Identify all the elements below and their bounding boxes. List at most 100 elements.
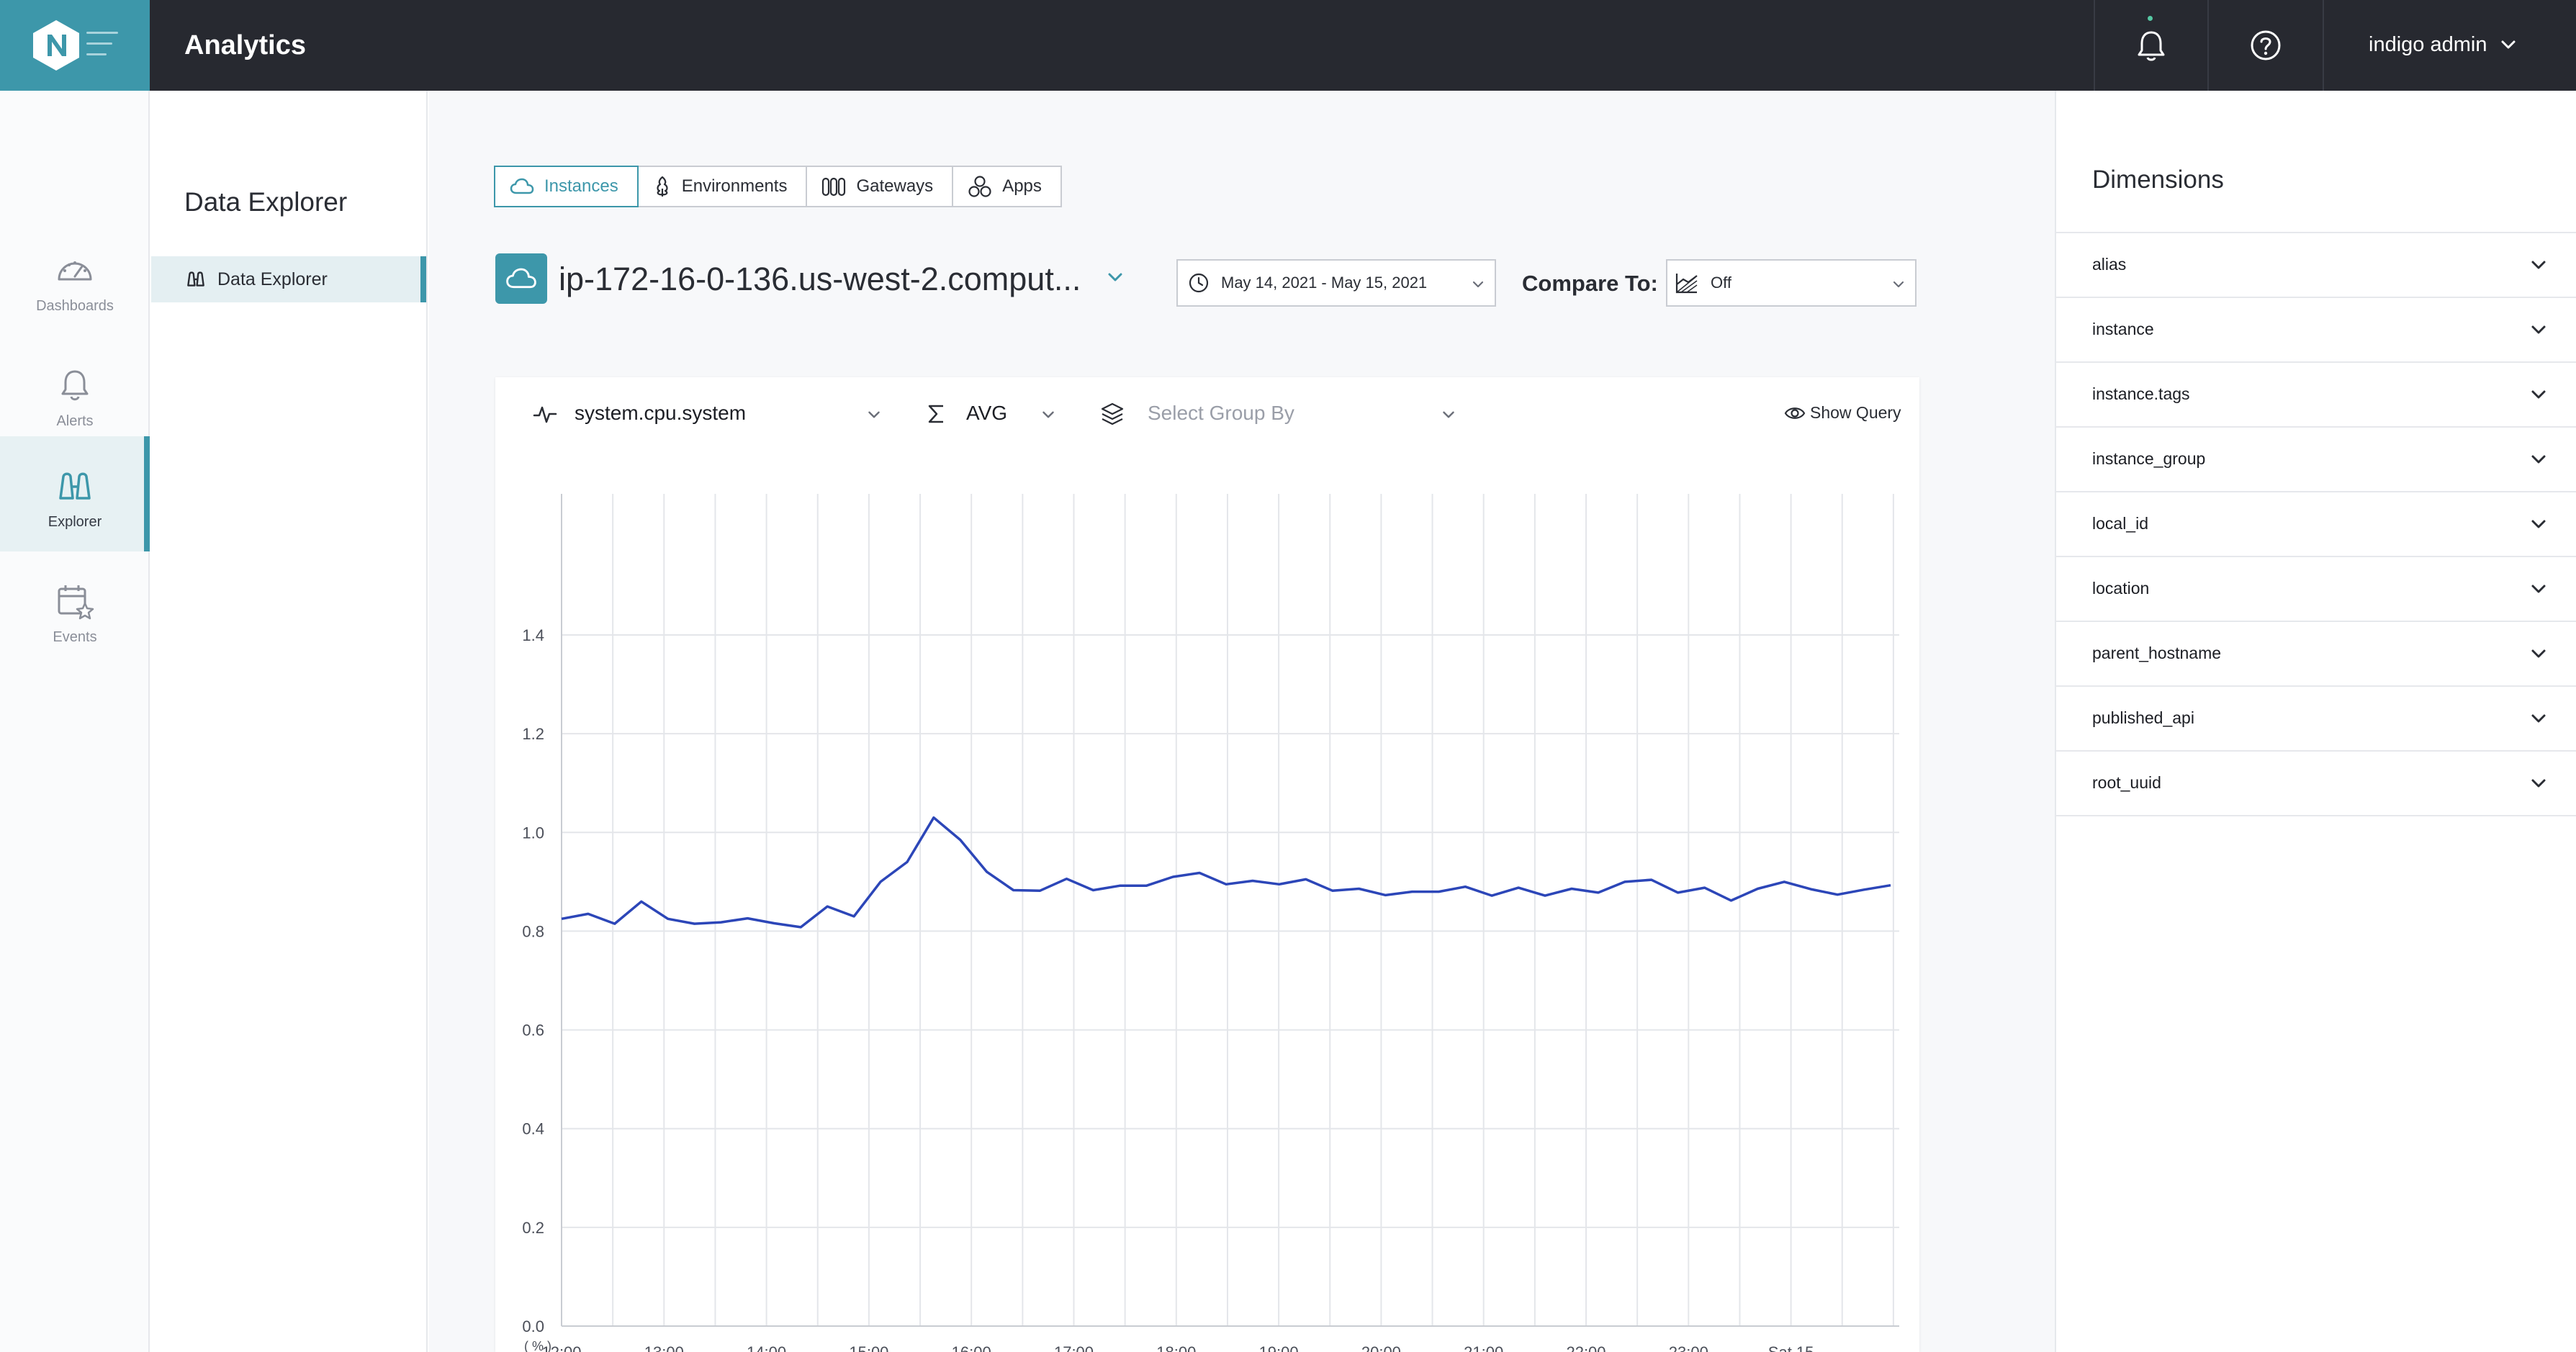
rail-item-events[interactable]: Events (0, 551, 150, 667)
instance-badge (495, 253, 547, 304)
main-content: Instances Environments Gateways Apps ip-… (429, 91, 2055, 1352)
dimensions-panel: Dimensions alias instance instance.tags ins… (2055, 91, 2576, 1352)
cloud-icon (506, 268, 536, 289)
rail-label: Alerts (56, 413, 94, 429)
dimensions-list: alias instance instance.tags instance_group… (2056, 232, 2576, 816)
x-tick-label: 18:00 (1156, 1343, 1196, 1352)
dimension-row[interactable]: root_uuid (2056, 752, 2576, 816)
active-indicator (420, 256, 426, 302)
rail-label: Events (53, 629, 97, 645)
chevron-down-icon[interactable] (2528, 384, 2549, 405)
instance-selector[interactable]: ip-172-16-0-136.us-west-2.comput... (559, 261, 1081, 298)
help-button[interactable] (2209, 0, 2323, 91)
user-menu[interactable]: indigo admin (2369, 33, 2487, 57)
x-tick-label: 22:00 (1566, 1343, 1606, 1352)
chevron-down-icon (1893, 281, 1904, 288)
dimension-row[interactable]: instance_group (2056, 428, 2576, 492)
dimension-row[interactable]: published_api (2056, 687, 2576, 752)
x-tick-label: Sat 15 (1768, 1343, 1814, 1352)
chevron-down-icon[interactable] (2528, 320, 2549, 340)
clock-icon (1189, 273, 1209, 293)
area-chart-icon (1675, 274, 1698, 294)
rail-item-explorer[interactable]: Explorer (0, 436, 150, 551)
x-tick-label: 19:00 (1259, 1343, 1299, 1352)
dimension-row[interactable]: instance.tags (2056, 363, 2576, 428)
binoculars-icon (187, 271, 204, 287)
x-tick-label: 17:00 (1054, 1343, 1094, 1352)
dimension-row[interactable]: location (2056, 557, 2576, 622)
rail-label: Explorer (48, 514, 102, 530)
rail-item-dashboards[interactable]: Dashboards (0, 220, 150, 335)
y-tick-label: 1.4 (522, 626, 544, 644)
x-tick-label: 14:00 (747, 1343, 786, 1352)
notification-dot (2148, 16, 2153, 21)
gauge-icon (58, 261, 92, 281)
calendar-star-icon (58, 585, 94, 620)
dimension-row[interactable]: alias (2056, 233, 2576, 298)
dimensions-title: Dimensions (2092, 166, 2224, 194)
dimension-label: alias (2092, 255, 2127, 274)
tab-label: Environments (681, 176, 788, 196)
date-range-picker[interactable]: May 14, 2021 - May 15, 2021 (1176, 259, 1496, 307)
y-tick-label: 0.6 (522, 1022, 544, 1040)
chevron-down-icon[interactable] (2528, 514, 2549, 534)
date-range-value: May 14, 2021 - May 15, 2021 (1221, 274, 1428, 292)
apps-icon (968, 176, 991, 197)
x-tick-label: 23:00 (1669, 1343, 1708, 1352)
notifications-button[interactable] (2095, 0, 2207, 91)
dimension-label: parent_hostname (2092, 644, 2222, 662)
dimension-row[interactable]: instance (2056, 298, 2576, 363)
y-axis-unit-label: ( % ) (524, 1339, 551, 1352)
tab-instances[interactable]: Instances (494, 166, 639, 207)
line-chart: 0.00.20.40.60.81.01.21.412:0013:0014:001… (522, 494, 1899, 1352)
subnav-title: Data Explorer (184, 187, 348, 217)
dimension-row[interactable]: local_id (2056, 492, 2576, 557)
dimension-label: location (2092, 579, 2150, 598)
chevron-down-icon[interactable] (1104, 266, 1126, 288)
tab-environments[interactable]: Environments (636, 166, 808, 207)
tab-gateways[interactable]: Gateways (806, 166, 954, 207)
dimension-label: root_uuid (2092, 773, 2161, 792)
bell-icon (2138, 31, 2165, 61)
bell-icon (61, 370, 89, 401)
logo-menu-button[interactable] (0, 0, 150, 91)
y-tick-label: 1.2 (522, 725, 544, 743)
app-title: Analytics (184, 30, 306, 60)
subnav-item-label: Data Explorer (217, 269, 328, 289)
chart-card: system.cpu.system AVG Select Group By Sh… (495, 377, 1919, 1352)
chevron-down-icon[interactable] (2528, 773, 2549, 793)
chevron-down-icon[interactable] (2528, 449, 2549, 469)
y-tick-label: 0.0 (522, 1317, 544, 1335)
rail-item-alerts[interactable]: Alerts (0, 335, 150, 451)
tab-apps[interactable]: Apps (952, 166, 1062, 207)
app-window: Analytics indigo admin Dashboards Alerts… (0, 0, 2576, 1352)
topbar-divider (2323, 0, 2324, 91)
top-bar: Analytics indigo admin (0, 0, 2576, 91)
tab-label: Gateways (856, 176, 934, 196)
chevron-down-icon[interactable] (2528, 708, 2549, 729)
y-tick-label: 0.4 (522, 1120, 544, 1138)
dimension-row[interactable]: parent_hostname (2056, 622, 2576, 687)
chevron-down-icon (1472, 281, 1484, 288)
dimension-label: local_id (2092, 514, 2148, 533)
chevron-down-icon[interactable] (2498, 35, 2518, 55)
chevron-down-icon[interactable] (2528, 255, 2549, 275)
x-tick-label: 21:00 (1464, 1343, 1503, 1352)
entity-tabs: Instances Environments Gateways Apps (494, 166, 1062, 207)
tab-label: Instances (544, 176, 618, 196)
chevron-down-icon[interactable] (2528, 644, 2549, 664)
compare-to-select[interactable]: Off (1666, 259, 1917, 307)
x-tick-label: 13:00 (644, 1343, 684, 1352)
gateway-icon (822, 177, 846, 197)
dimension-label: published_api (2092, 708, 2194, 727)
y-tick-label: 0.8 (522, 922, 544, 940)
dimension-label: instance (2092, 320, 2154, 338)
series-line (561, 816, 1891, 929)
active-indicator (144, 436, 150, 551)
tree-icon (657, 176, 668, 197)
chevron-down-icon[interactable] (2528, 579, 2549, 599)
x-tick-label: 15:00 (849, 1343, 888, 1352)
hamburger-icon (86, 32, 124, 60)
dimension-label: instance_group (2092, 449, 2206, 468)
subnav-item-data-explorer[interactable]: Data Explorer (151, 256, 426, 302)
